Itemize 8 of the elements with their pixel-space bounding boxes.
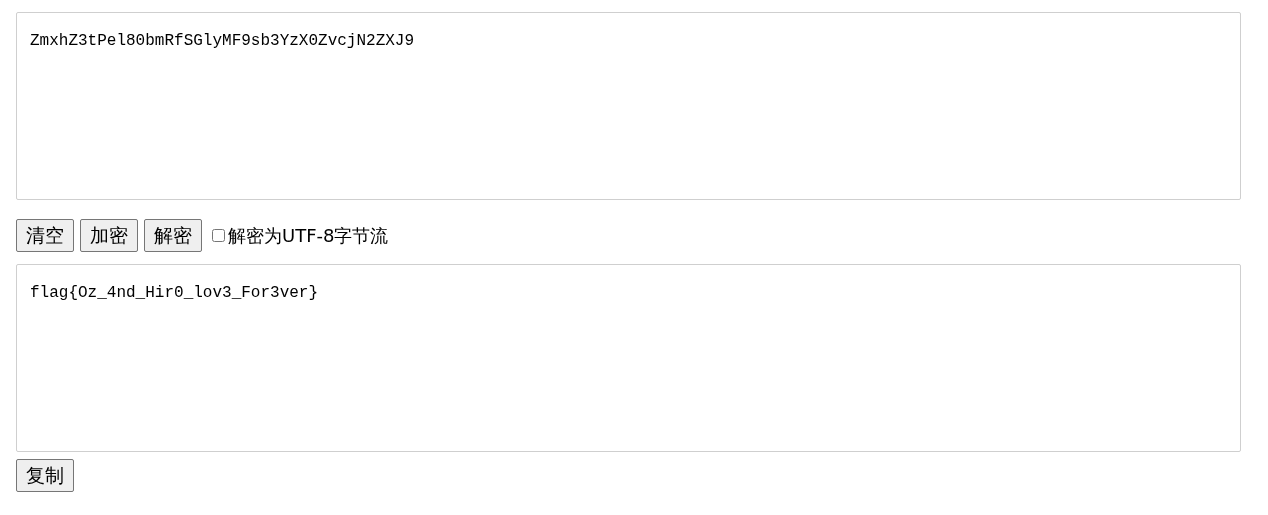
action-button[interactable]: 清空 bbox=[16, 219, 74, 252]
action-button[interactable]: 加密 bbox=[80, 219, 138, 252]
action-button[interactable]: 解密 bbox=[144, 219, 202, 252]
utf8-checkbox[interactable] bbox=[212, 229, 225, 242]
checkbox-label: 解密为UTF-8字节流 bbox=[228, 224, 389, 248]
input-field[interactable]: ZmxhZ3tPel80bmRfSGlyMF9sb3YzX0ZvcjN2ZXJ9 bbox=[16, 12, 1241, 200]
output-field[interactable]: flag{Oz_4nd_Hir0_lov3_For3ver} bbox=[16, 264, 1241, 452]
copy-button[interactable]: 复制 bbox=[16, 459, 74, 492]
